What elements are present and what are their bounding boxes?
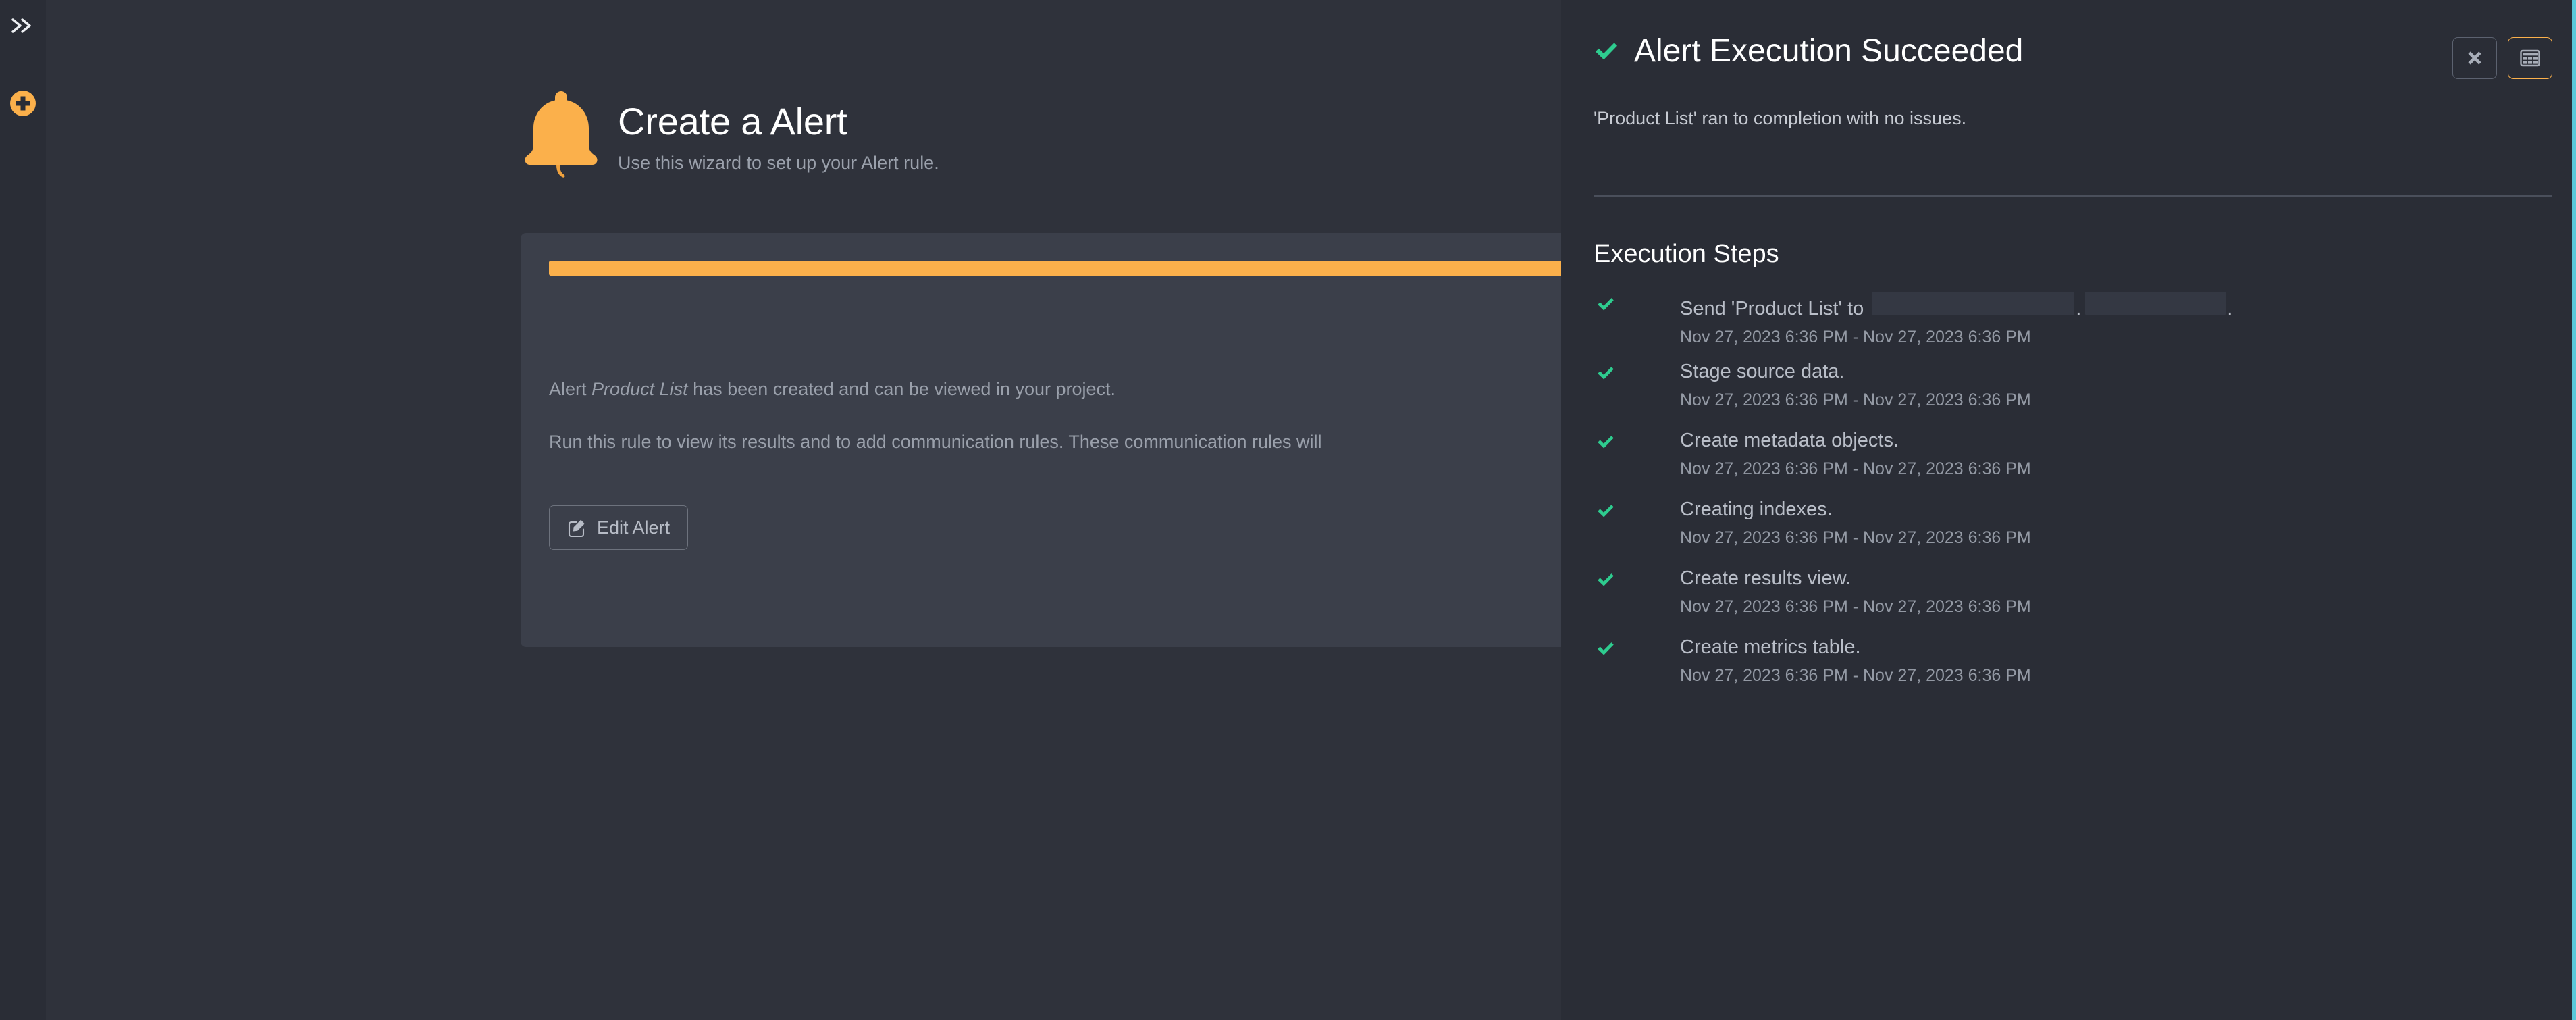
alert-name: Product List (592, 379, 688, 399)
check-icon (1596, 296, 1615, 313)
execution-step: Send 'Product List' to.. Nov 27, 2023 6:3… (1594, 292, 2552, 361)
panel-accent-bar (2572, 0, 2576, 1020)
execution-step-label: Stage source data. (1680, 361, 2552, 382)
execution-step-timestamp: Nov 27, 2023 6:36 PM - Nov 27, 2023 6:36… (1680, 528, 2031, 548)
execution-step: Create results view. Nov 27, 2023 6:36 PM… (1594, 567, 2552, 636)
panel-action-buttons (2452, 37, 2552, 79)
close-button[interactable] (2452, 37, 2497, 79)
plus-circle-icon[interactable] (8, 88, 38, 118)
created-message-suffix: has been created and can be viewed in yo… (687, 379, 1116, 399)
execution-step-trailing: . (2227, 298, 2233, 320)
page-subtitle: Use this wizard to set up your Alert rul… (618, 153, 939, 174)
redacted-value (2085, 292, 2226, 315)
execution-step-text: Send 'Product List' to (1680, 298, 1864, 320)
execution-step-timestamp: Nov 27, 2023 6:36 PM - Nov 27, 2023 6:36… (1680, 459, 2031, 479)
execution-step-label: Create results view. (1680, 567, 2552, 589)
wizard-header: Create a Alert Use this wizard to set up… (521, 82, 939, 184)
wizard-card-body: Alert Product List has been created and … (549, 377, 1608, 455)
execution-step: Create metadata objects. Nov 27, 2023 6:3… (1594, 430, 2552, 499)
execution-step-timestamp: Nov 27, 2023 6:36 PM - Nov 27, 2023 6:36… (1680, 328, 2031, 347)
created-message: Alert Product List has been created and … (549, 377, 1608, 401)
execution-step-label: Create metrics table. (1680, 636, 2552, 658)
execution-step-label: Create metadata objects. (1680, 430, 2552, 451)
redaction-separator: . (2076, 298, 2082, 320)
app-root: Create a Alert Use this wizard to set up… (0, 0, 2576, 1020)
edit-alert-button[interactable]: Edit Alert (549, 505, 689, 550)
execution-step-timestamp: Nov 27, 2023 6:36 PM - Nov 27, 2023 6:36… (1680, 597, 2031, 617)
panel-divider (1594, 195, 2552, 197)
execution-step-timestamp: Nov 27, 2023 6:36 PM - Nov 27, 2023 6:36… (1680, 390, 2031, 410)
left-rail (0, 0, 46, 1020)
execution-step-label: Send 'Product List' to.. (1680, 292, 2552, 320)
chevron-double-right-icon[interactable] (9, 16, 36, 43)
panel-header: Alert Execution Succeeded (1594, 35, 2023, 68)
execution-step-text: Create metadata objects. (1680, 430, 1899, 451)
execution-step: Creating indexes. Nov 27, 2023 6:36 PM - … (1594, 499, 2552, 567)
check-icon (1596, 434, 1615, 451)
created-message-prefix: Alert (549, 379, 592, 399)
run-rule-message: Run this rule to view its results and to… (549, 432, 1322, 453)
execution-step-text: Create results view. (1680, 567, 1851, 589)
execution-steps-heading: Execution Steps (1594, 240, 1779, 268)
bell-icon (521, 82, 602, 184)
progress-bar-fill (549, 261, 1608, 276)
execution-step-text: Creating indexes. (1680, 499, 1833, 520)
execution-panel: Alert Execution Succeeded 'Product List'… (1561, 0, 2576, 1020)
main-content: Create a Alert Use this wizard to set up… (46, 0, 2576, 1020)
execution-step: Stage source data. Nov 27, 2023 6:36 PM -… (1594, 361, 2552, 430)
execution-step-text: Stage source data. (1680, 361, 1845, 382)
progress-bar (549, 261, 1608, 276)
pencil-square-icon (567, 517, 587, 538)
check-icon (1596, 640, 1615, 657)
table-view-button[interactable] (2508, 37, 2552, 79)
execution-step-timestamp: Nov 27, 2023 6:36 PM - Nov 27, 2023 6:36… (1680, 666, 2031, 686)
execution-step-label: Creating indexes. (1680, 499, 2552, 520)
check-icon (1596, 571, 1615, 588)
execution-steps-list: Send 'Product List' to.. Nov 27, 2023 6:3… (1594, 292, 2552, 705)
execution-step: Create metrics table. Nov 27, 2023 6:36 P… (1594, 636, 2552, 705)
check-icon (1594, 40, 1619, 63)
edit-alert-label: Edit Alert (597, 517, 671, 538)
check-icon (1596, 365, 1615, 382)
execution-step-text: Create metrics table. (1680, 636, 1861, 658)
wizard-card: Alert Product List has been created and … (521, 233, 1608, 647)
page-title: Create a Alert (618, 100, 847, 143)
redacted-value (1872, 292, 2075, 315)
panel-title: Alert Execution Succeeded (1634, 33, 2024, 69)
panel-subtitle: 'Product List' ran to completion with no… (1594, 108, 1967, 128)
check-icon (1596, 503, 1615, 519)
